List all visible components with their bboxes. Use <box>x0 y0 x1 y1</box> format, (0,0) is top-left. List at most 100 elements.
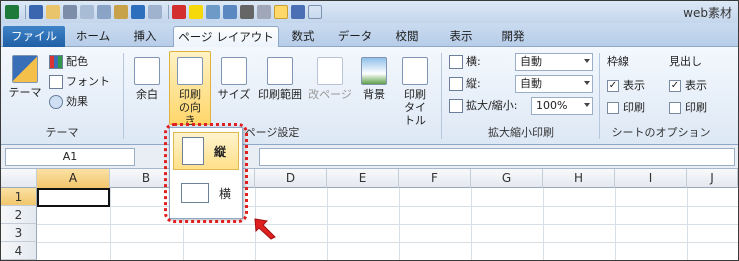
column-header[interactable]: A <box>37 169 110 188</box>
scale-width-label-row: 横: <box>449 53 481 71</box>
checkbox-checked-icon: ✓ <box>669 80 681 92</box>
theme-fonts-label: フォント <box>66 75 110 88</box>
mail-icon[interactable] <box>46 5 60 19</box>
tab-insert[interactable]: 挿入 <box>123 26 167 47</box>
print-preview-icon[interactable] <box>80 5 94 19</box>
camera-icon[interactable] <box>240 5 254 19</box>
breaks-label: 改ページ <box>308 88 352 101</box>
headings-view-checkbox[interactable]: ✓ 表示 <box>669 77 707 95</box>
grid-col-line <box>543 188 544 260</box>
chart-icon[interactable] <box>223 5 237 19</box>
gridlines-view-label: 表示 <box>623 79 645 92</box>
orientation-button[interactable]: 印刷の向き <box>169 51 211 127</box>
name-box[interactable]: A1 <box>5 148 135 166</box>
column-header[interactable]: J <box>687 169 738 188</box>
group-label-page-setup: ページ設定 <box>244 126 300 139</box>
macro-icon[interactable] <box>291 5 305 19</box>
window-title: web素材 <box>683 6 732 20</box>
theme-effects-label: 効果 <box>66 95 88 108</box>
themes-button[interactable]: テーマ <box>7 55 43 99</box>
row-header[interactable]: 3 <box>1 224 37 242</box>
freeze-pane-icon[interactable] <box>274 5 288 19</box>
tab-view[interactable]: 表示 <box>441 26 481 47</box>
quick-access-toolbar: web素材 <box>1 1 738 23</box>
group-separator <box>123 53 124 139</box>
fill-color-icon[interactable] <box>189 5 203 19</box>
picture-icon[interactable] <box>206 5 220 19</box>
checkbox-unchecked-icon <box>669 102 681 114</box>
toolbar-separator <box>168 5 169 19</box>
size-button[interactable]: サイズ <box>215 57 253 101</box>
row-header[interactable]: 1 <box>1 188 37 206</box>
orientation-icon <box>177 57 203 85</box>
redo-icon[interactable] <box>148 5 162 19</box>
gridlines-print-checkbox[interactable]: 印刷 <box>607 99 645 117</box>
scale-height-dropdown[interactable]: 自動 <box>515 75 593 93</box>
row-header[interactable]: 4 <box>1 242 37 260</box>
column-header[interactable]: F <box>399 169 471 188</box>
effects-icon <box>49 95 63 109</box>
group-label-theme: テーマ <box>45 126 79 139</box>
grid-col-line <box>110 188 111 260</box>
ribbon-tabs: ファイル ホーム 挿入 ページ レイアウト 数式 データ 校閲 表示 開発 <box>1 23 738 48</box>
print-titles-button[interactable]: 印刷タイトル <box>395 57 435 127</box>
tab-home[interactable]: ホーム <box>69 26 117 47</box>
select-all-corner[interactable] <box>1 169 37 188</box>
row-header[interactable]: 2 <box>1 206 37 224</box>
theme-effects-button[interactable]: 効果 <box>49 93 88 111</box>
spellcheck-icon[interactable] <box>97 5 111 19</box>
print-icon[interactable] <box>63 5 77 19</box>
formula-bar: A1 <box>1 145 738 169</box>
height-arrows-icon <box>449 77 463 91</box>
excel-app-icon[interactable] <box>5 5 19 19</box>
print-area-icon <box>267 57 293 85</box>
margins-button[interactable]: 余白 <box>127 57 167 101</box>
column-header[interactable]: I <box>615 169 687 188</box>
scale-width-label: 横: <box>466 55 481 68</box>
scale-percent-spinner[interactable]: 100% <box>531 97 593 115</box>
active-cell-a1[interactable] <box>37 188 110 207</box>
column-header[interactable]: E <box>327 169 399 188</box>
column-header[interactable]: D <box>255 169 327 188</box>
scale-width-dropdown[interactable]: 自動 <box>515 53 593 71</box>
margins-icon <box>134 57 160 85</box>
format-painter-icon[interactable] <box>114 5 128 19</box>
background-image-icon <box>361 57 387 85</box>
grid-col-line <box>471 188 472 260</box>
tab-developer[interactable]: 開発 <box>493 26 533 47</box>
save-icon[interactable] <box>29 5 43 19</box>
scale-percent-value: 100% <box>536 99 568 112</box>
tab-data[interactable]: データ <box>333 26 377 47</box>
font-color-icon[interactable] <box>172 5 186 19</box>
chevron-down-icon <box>584 59 590 63</box>
column-header[interactable]: G <box>471 169 543 188</box>
chevron-down-icon <box>584 81 590 85</box>
tab-formulas[interactable]: 数式 <box>283 26 323 47</box>
headings-print-checkbox[interactable]: 印刷 <box>669 99 707 117</box>
column-header[interactable]: H <box>543 169 615 188</box>
undo-icon[interactable] <box>131 5 145 19</box>
background-button[interactable]: 背景 <box>355 57 393 101</box>
theme-fonts-button[interactable]: フォント <box>49 73 110 91</box>
tab-file[interactable]: ファイル <box>3 26 65 47</box>
grid-col-line <box>615 188 616 260</box>
scale-height-value: 自動 <box>520 77 542 90</box>
print-area-button[interactable]: 印刷範囲 <box>255 57 305 101</box>
headings-print-label: 印刷 <box>685 101 707 114</box>
highlight-ring <box>164 123 248 223</box>
grid-col-line <box>327 188 328 260</box>
breaks-button[interactable]: 改ページ <box>307 57 353 101</box>
formula-input[interactable] <box>259 148 735 166</box>
grid-row-line <box>37 224 738 225</box>
customize-toolbar-icon[interactable] <box>308 5 322 19</box>
print-area-label: 印刷範囲 <box>258 88 302 101</box>
tab-page-layout[interactable]: ページ レイアウト <box>173 26 279 48</box>
gridlines-view-checkbox[interactable]: ✓ 表示 <box>607 77 645 95</box>
ribbon: テーマ 配色 フォント 効果 テーマ 余白 印刷の向き サイズ 印刷範囲 改ペー… <box>1 47 738 145</box>
table-icon[interactable] <box>257 5 271 19</box>
theme-colors-button[interactable]: 配色 <box>49 53 88 71</box>
theme-icon <box>12 55 38 83</box>
tab-review[interactable]: 校閲 <box>387 26 427 47</box>
spinner-arrows-icon <box>584 103 590 107</box>
width-arrows-icon <box>449 55 463 69</box>
